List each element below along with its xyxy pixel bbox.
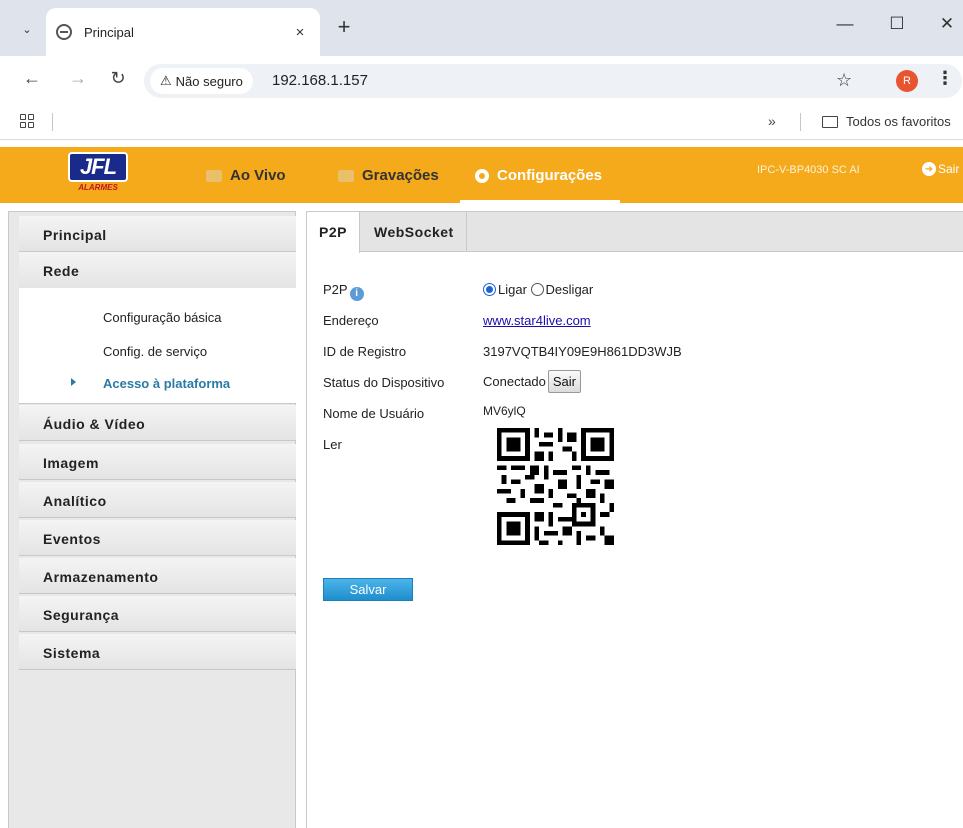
reg-id-value: 3197VQTB4IY09E9H861DD3WJB	[483, 344, 682, 359]
monitor-icon	[206, 169, 222, 182]
status-label: Status do Dispositivo	[323, 375, 445, 390]
sidebar-sub-basic-config[interactable]: Configuração básica	[103, 310, 222, 325]
reload-icon[interactable]: ↻	[106, 68, 130, 89]
sidebar-item-armazenamento[interactable]: Armazenamento	[19, 558, 296, 594]
qr-code	[497, 428, 614, 545]
sidebar-sub-service-config[interactable]: Config. de serviço	[103, 344, 207, 359]
p2p-on-radio[interactable]	[483, 283, 496, 296]
bookmarks-more-icon[interactable]: »	[768, 113, 776, 129]
address-bar: ← → ↻ ⚠ Não seguro 192.168.1.157 ☆ R ⋮	[0, 56, 963, 104]
security-chip[interactable]: ⚠ Não seguro	[150, 68, 253, 94]
minimize-icon[interactable]: —	[830, 14, 860, 34]
url-text[interactable]: 192.168.1.157	[272, 72, 368, 89]
sidebar-item-rede[interactable]: Rede	[19, 252, 296, 288]
logout-arrow-icon: ➜	[922, 162, 936, 176]
nav-recordings-label: Gravações	[362, 167, 439, 184]
sidebar-submenu-rede: Configuração básica Config. de serviço A…	[19, 288, 296, 404]
omnibox[interactable]: ⚠ Não seguro 192.168.1.157 ☆ R ⋮	[144, 64, 962, 98]
p2p-off-radio[interactable]	[530, 283, 544, 296]
p2p-off-label[interactable]: Desligar	[546, 282, 594, 297]
reg-id-label: ID de Registro	[323, 344, 407, 359]
film-icon	[338, 169, 354, 182]
address-link[interactable]: www.star4live.com	[483, 313, 591, 328]
status-value: Conectado	[483, 374, 546, 389]
nav-settings[interactable]: Configurações	[475, 167, 602, 184]
sidebar-item-seguranca[interactable]: Segurança	[19, 596, 296, 632]
nav-active-indicator	[460, 200, 620, 203]
status-row: Conectado Sair	[483, 370, 582, 393]
tab-close-icon[interactable]: ×	[290, 24, 310, 41]
nav-live-label: Ao Vivo	[230, 167, 286, 184]
bookmark-star-icon[interactable]: ☆	[836, 70, 852, 91]
sidebar-item-analitico[interactable]: Analítico	[19, 482, 296, 518]
browser-menu-icon[interactable]: ⋮	[936, 68, 954, 89]
content-panel: P2P WebSocket P2P i Ligar Desligar Endere…	[306, 211, 963, 828]
warning-icon: ⚠	[160, 73, 172, 88]
logout-button[interactable]: ➜ Sair	[922, 162, 959, 176]
username-value: MV6ylQ	[483, 404, 526, 418]
browser-tab[interactable]: Principal ×	[46, 8, 320, 56]
window-close-icon[interactable]: ✕	[932, 14, 962, 34]
p2p-label: P2P i	[323, 282, 364, 301]
browser-tab-bar: ⌄ Principal × + — ☐ ✕	[0, 0, 963, 56]
tab-title: Principal	[84, 24, 134, 40]
active-arrow-icon	[71, 378, 76, 386]
sidebar-sub-platform-access[interactable]: Acesso à plataforma	[103, 376, 230, 391]
nav-recordings[interactable]: Gravações	[338, 167, 439, 184]
settings-sidebar: Principal Rede Configuração básica Confi…	[8, 211, 296, 828]
info-icon[interactable]: i	[349, 287, 364, 301]
address-label: Endereço	[323, 313, 379, 328]
sidebar-item-sistema[interactable]: Sistema	[19, 634, 296, 670]
sidebar-item-audio-video[interactable]: Áudio & Vídeo	[19, 405, 296, 441]
disconnect-button[interactable]: Sair	[547, 370, 582, 393]
nav-settings-label: Configurações	[497, 167, 603, 184]
content-tabs: P2P WebSocket	[307, 212, 963, 253]
sidebar-item-principal[interactable]: Principal	[19, 216, 296, 252]
p2p-on-label[interactable]: Ligar	[498, 282, 527, 297]
tab-p2p[interactable]: P2P	[307, 212, 360, 253]
tab-search-chevron-icon[interactable]: ⌄	[12, 15, 42, 43]
sidebar-item-imagem[interactable]: Imagem	[19, 444, 296, 480]
logo-mark: JFL	[68, 152, 128, 182]
forward-icon[interactable]: →	[66, 68, 90, 89]
security-label: Não seguro	[175, 73, 243, 89]
tab-websocket[interactable]: WebSocket	[362, 212, 467, 252]
globe-icon	[56, 24, 72, 40]
folder-icon[interactable]	[822, 116, 838, 128]
maximize-icon[interactable]: ☐	[882, 14, 912, 34]
jfl-logo: JFL ALARMES	[68, 152, 128, 196]
sidebar-item-eventos[interactable]: Eventos	[19, 520, 296, 556]
bookmarks-separator	[800, 113, 801, 131]
username-label: Nome de Usuário	[323, 406, 425, 421]
logo-subtitle: ALARMES	[78, 183, 118, 192]
bookmarks-separator	[52, 113, 53, 131]
p2p-label-text: P2P	[323, 282, 348, 297]
app-header: JFL ALARMES Ao Vivo Gravações Configuraç…	[0, 147, 963, 203]
device-name: IPC-V-BP4030 SC AI	[757, 164, 860, 176]
logout-label: Sair	[938, 162, 960, 176]
p2p-radio-group: Ligar Desligar	[483, 282, 593, 297]
gear-icon	[475, 168, 489, 183]
new-tab-button[interactable]: +	[330, 14, 358, 40]
bookmarks-bar: » Todos os favoritos	[0, 104, 963, 140]
all-bookmarks-link[interactable]: Todos os favoritos	[846, 114, 951, 129]
nav-live[interactable]: Ao Vivo	[206, 167, 286, 184]
apps-grid-icon[interactable]	[20, 114, 34, 128]
read-label: Ler	[323, 437, 342, 452]
back-icon[interactable]: ←	[20, 68, 44, 89]
save-button[interactable]: Salvar	[323, 578, 413, 601]
profile-avatar[interactable]: R	[896, 70, 918, 92]
